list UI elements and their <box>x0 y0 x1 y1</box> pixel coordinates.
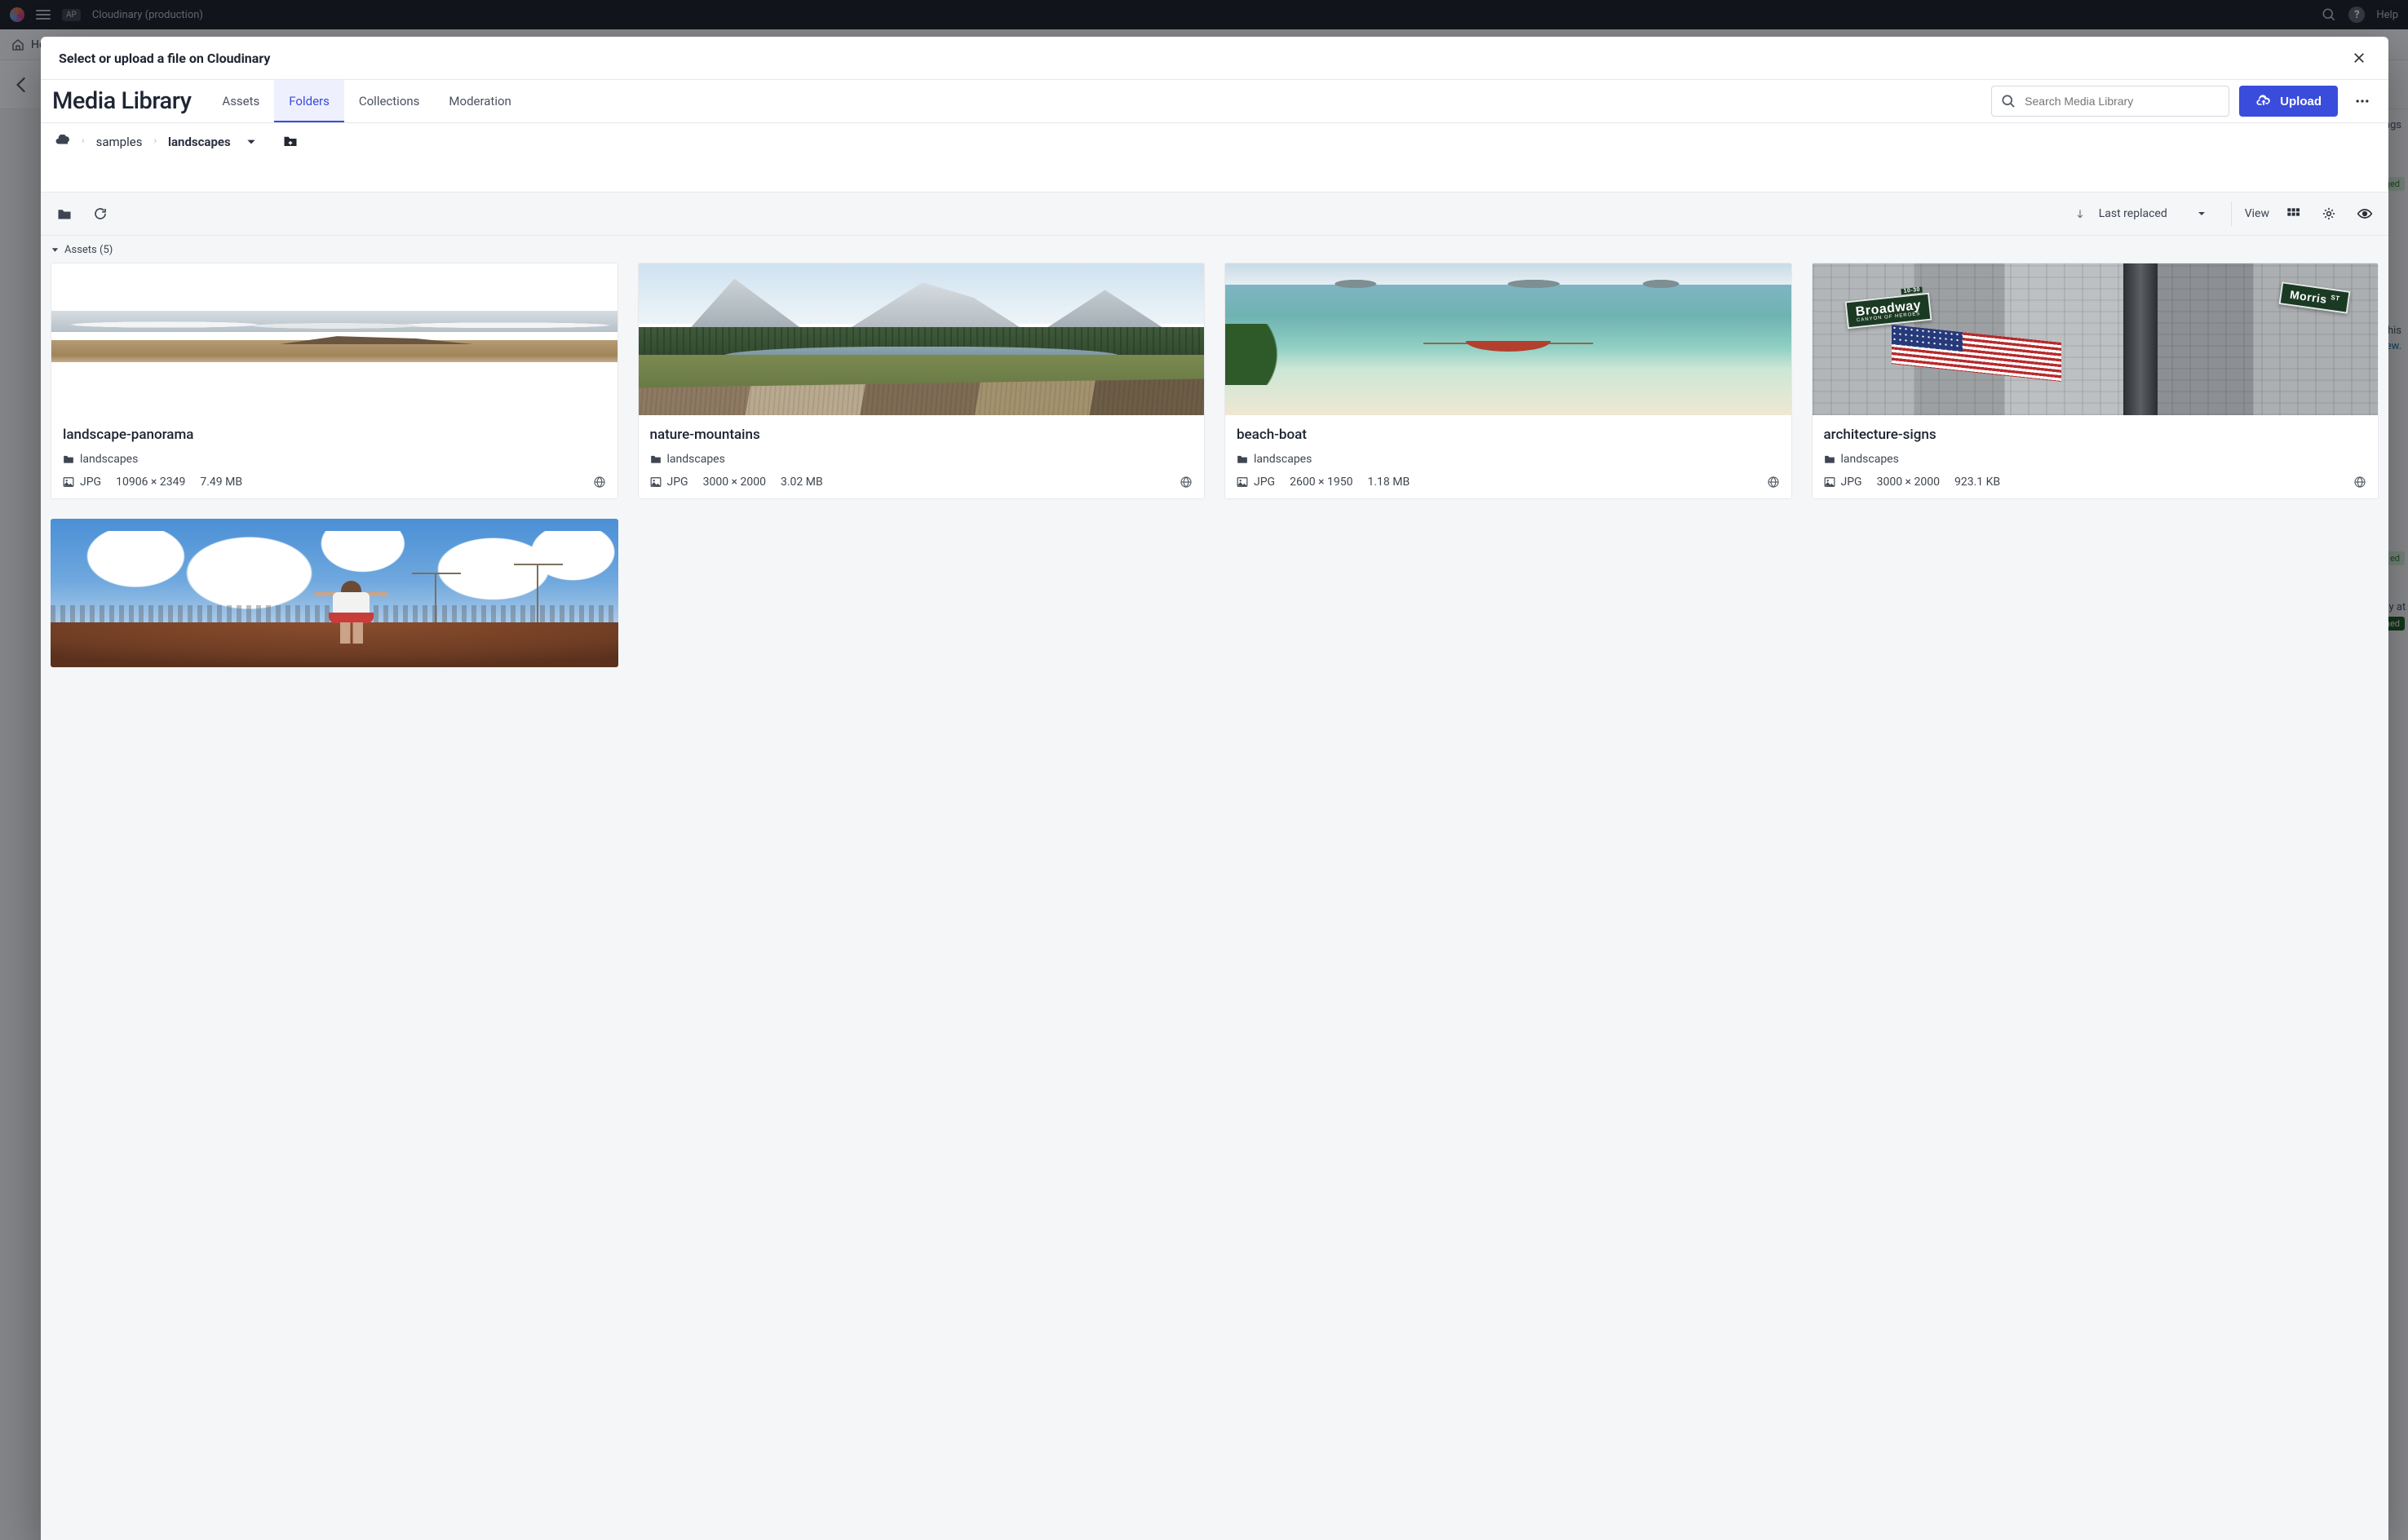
breadcrumb-home-icon[interactable] <box>55 135 70 146</box>
search-input-wrapper[interactable] <box>1991 86 2229 117</box>
sort-label: Last replaced <box>2099 207 2167 220</box>
settings-button[interactable] <box>2317 201 2341 226</box>
folder-icon <box>63 454 74 464</box>
folder-icon <box>650 454 662 464</box>
image-icon <box>63 476 74 488</box>
caret-down-icon <box>51 246 60 254</box>
breadcrumb: › samples › landscapes <box>41 123 2388 192</box>
asset-folder: landscapes <box>1824 453 2367 466</box>
folder-view-button[interactable] <box>52 201 77 226</box>
asset-name: beach-boat <box>1237 427 1780 443</box>
asset-thumbnail <box>639 263 1205 415</box>
search-icon <box>2000 93 2016 109</box>
breadcrumb-sep: › <box>82 135 85 146</box>
asset-thumbnail <box>51 263 617 415</box>
view-label: View <box>2245 207 2269 220</box>
toolbar: Last replaced View <box>41 192 2388 236</box>
image-icon <box>1824 476 1835 488</box>
asset-thumbnail: 10-30BroadwayCANYON OF HEROESMorris ST <box>1813 263 2379 415</box>
folder-icon <box>1237 454 1248 464</box>
breadcrumb-item-current[interactable]: landscapes <box>168 135 231 149</box>
chevron-down-icon <box>246 136 257 148</box>
breadcrumb-sep: › <box>153 135 157 146</box>
asset-meta: JPG 2600 × 1950 1.18 MB <box>1237 476 1780 489</box>
eye-icon <box>2357 208 2373 219</box>
asset-name: architecture-signs <box>1824 427 2367 443</box>
grid-view-button[interactable] <box>2281 201 2305 226</box>
asset-folder: landscapes <box>1237 453 1780 466</box>
refresh-button[interactable] <box>88 201 113 226</box>
asset-card-landscape-panorama[interactable]: landscape-panorama landscapes JPG 10906 … <box>51 263 618 499</box>
globe-icon <box>1180 476 1193 489</box>
asset-thumbnail <box>1225 263 1791 415</box>
search-input[interactable] <box>2025 95 2220 108</box>
breadcrumb-dropdown[interactable] <box>242 135 260 149</box>
new-folder-button[interactable] <box>283 135 298 148</box>
assets-section-label: Assets (5) <box>64 244 113 256</box>
kebab-icon <box>2354 93 2370 109</box>
cloud-upload-icon <box>2255 95 2272 108</box>
asset-card-architecture-signs[interactable]: 10-30BroadwayCANYON OF HEROESMorris ST a… <box>1812 263 2379 499</box>
folder-icon <box>1824 454 1835 464</box>
image-icon <box>1237 476 1248 488</box>
close-icon <box>2352 51 2366 65</box>
more-menu-button[interactable] <box>2348 86 2377 116</box>
asset-meta: JPG 3000 × 2000 3.02 MB <box>650 476 1193 489</box>
asset-thumbnail <box>51 519 618 667</box>
image-icon <box>650 476 662 488</box>
sort-control[interactable]: Last replaced <box>2074 204 2211 223</box>
asset-meta: JPG 10906 × 2349 7.49 MB <box>63 476 606 489</box>
asset-folder: landscapes <box>63 453 606 466</box>
assets-scroll-area[interactable]: Assets (5) landscape-panorama landscapes… <box>41 236 2388 1540</box>
globe-icon <box>593 476 606 489</box>
tab-moderation[interactable]: Moderation <box>434 80 525 122</box>
view-controls: View <box>2231 201 2377 226</box>
grid-icon <box>2286 207 2300 220</box>
asset-folder: landscapes <box>650 453 1193 466</box>
modal-header: Select or upload a file on Cloudinary <box>41 37 2388 80</box>
breadcrumb-item[interactable]: samples <box>96 135 143 149</box>
upload-button[interactable]: Upload <box>2239 86 2338 117</box>
asset-card-beach-boat[interactable]: beach-boat landscapes JPG 2600 × 1950 1.… <box>1224 263 1792 499</box>
asset-name: landscape-panorama <box>63 427 606 443</box>
modal-title: Select or upload a file on Cloudinary <box>59 51 270 66</box>
asset-name: nature-mountains <box>650 427 1193 443</box>
close-button[interactable] <box>2348 46 2370 69</box>
tab-folders[interactable]: Folders <box>274 80 344 122</box>
library-tabs: Assets Folders Collections Moderation <box>207 80 525 122</box>
refresh-icon <box>93 206 108 221</box>
gear-icon <box>2322 206 2336 221</box>
globe-icon <box>2353 476 2366 489</box>
assets-section-header[interactable]: Assets (5) <box>47 236 2382 263</box>
assets-grid: landscape-panorama landscapes JPG 10906 … <box>47 263 2382 667</box>
globe-icon <box>1767 476 1780 489</box>
upload-label: Upload <box>2280 95 2322 108</box>
chevron-down-icon <box>2197 209 2207 219</box>
cloudinary-picker-modal: Select or upload a file on Cloudinary Me… <box>41 37 2388 1540</box>
folder-icon <box>57 208 72 220</box>
asset-meta: JPG 3000 × 2000 923.1 KB <box>1824 476 2367 489</box>
tab-assets[interactable]: Assets <box>207 80 274 122</box>
sort-direction-icon <box>2074 208 2086 219</box>
tab-collections[interactable]: Collections <box>344 80 435 122</box>
asset-card-nature-mountains[interactable]: nature-mountains landscapes JPG 3000 × 2… <box>638 263 1206 499</box>
library-header: Media Library Assets Folders Collections… <box>41 80 2388 123</box>
asset-card-girl-urban-view[interactable]: girl-urban-view landscapes JPG 3000 × 20… <box>51 519 618 667</box>
library-title: Media Library <box>52 87 191 115</box>
preview-toggle-button[interactable] <box>2353 201 2377 226</box>
